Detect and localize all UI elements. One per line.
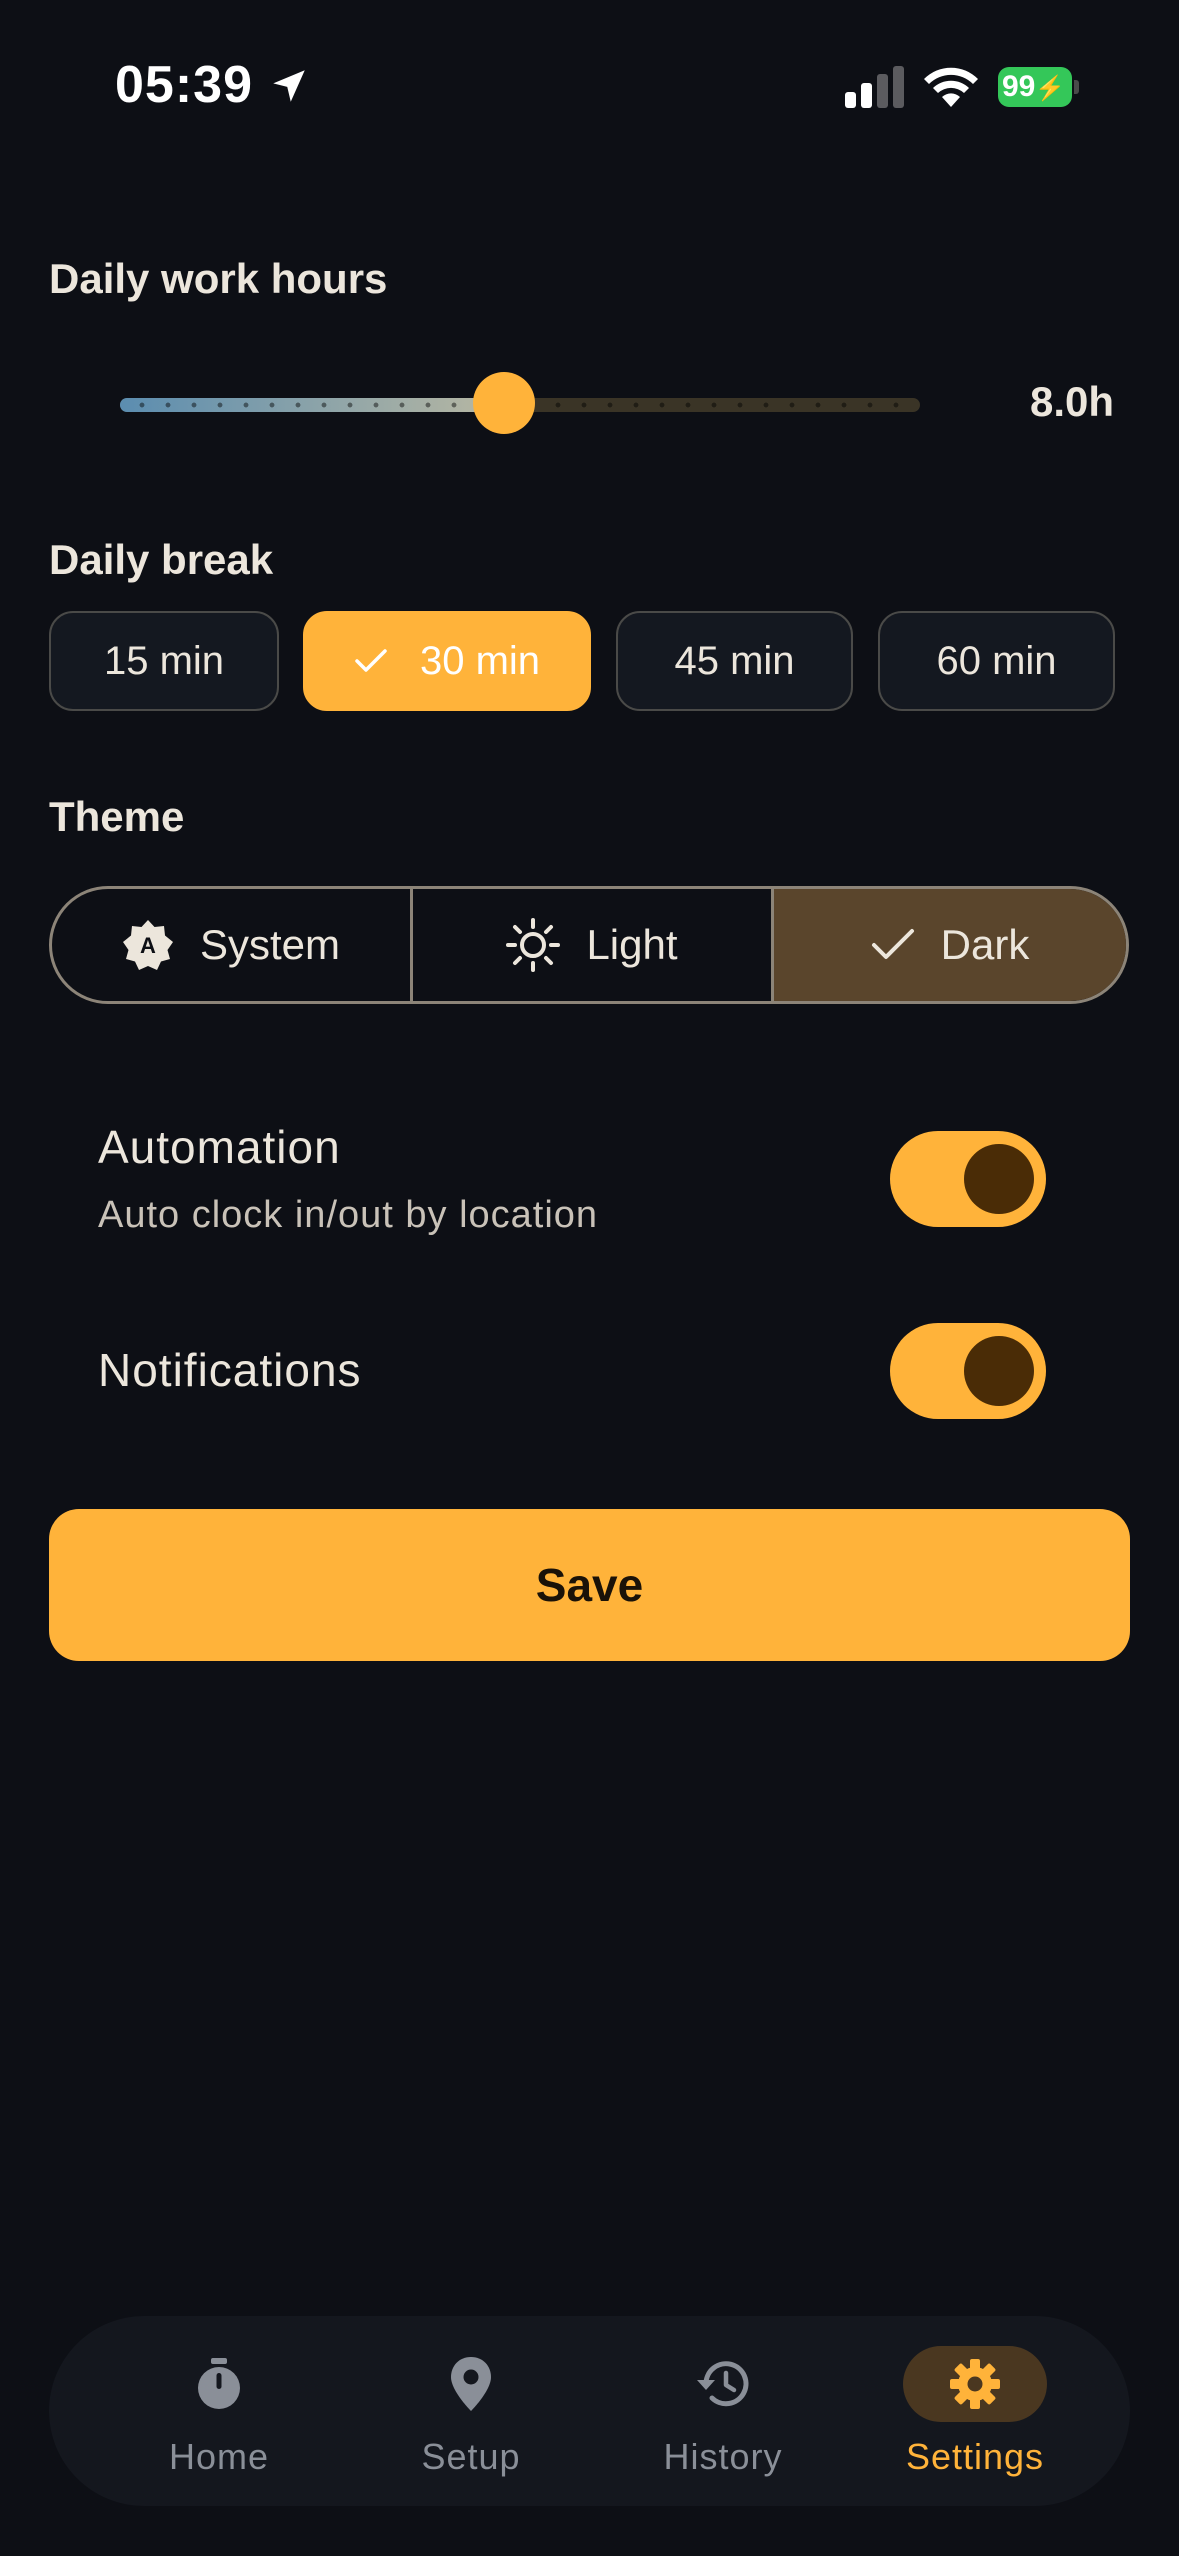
break-option-label: 30 min bbox=[419, 638, 541, 683]
daily-break-label: Daily break bbox=[49, 536, 274, 583]
automation-toggle[interactable] bbox=[890, 1131, 1046, 1227]
tab-label: Settings bbox=[905, 2436, 1045, 2477]
automation-subtitle: Auto clock in/out by location bbox=[98, 1194, 599, 1236]
status-time: 05:39 bbox=[115, 56, 253, 114]
break-option-label: 60 min bbox=[936, 638, 1057, 683]
sun-icon bbox=[506, 918, 561, 972]
break-option-label: 15 min bbox=[103, 638, 225, 683]
check-icon bbox=[355, 649, 387, 672]
break-option-15[interactable]: 15 min bbox=[49, 611, 279, 711]
cellular-signal-icon bbox=[845, 66, 904, 108]
save-button[interactable]: Save bbox=[49, 1509, 1130, 1661]
theme-option-system[interactable]: A System bbox=[52, 889, 410, 1001]
theme-option-dark[interactable]: Dark bbox=[771, 889, 1126, 1001]
brightness-auto-icon: A bbox=[122, 920, 173, 970]
break-option-45[interactable]: 45 min bbox=[616, 611, 853, 711]
bottom-tab-bar: Home Setup History Settings bbox=[49, 2316, 1130, 2506]
break-option-60[interactable]: 60 min bbox=[878, 611, 1115, 711]
break-option-30[interactable]: 30 min bbox=[303, 611, 591, 711]
notifications-title: Notifications bbox=[98, 1344, 362, 1396]
automation-title: Automation bbox=[98, 1121, 341, 1173]
break-option-label: 45 min bbox=[674, 638, 795, 683]
check-icon bbox=[871, 929, 914, 959]
charging-bolt-icon: ⚡ bbox=[1035, 75, 1066, 102]
theme-option-label: Light bbox=[586, 921, 678, 968]
tab-icon-container bbox=[651, 2346, 795, 2422]
history-icon bbox=[697, 2361, 749, 2407]
work-hours-value: 8.0h bbox=[1030, 378, 1115, 425]
toggle-knob bbox=[964, 1336, 1034, 1406]
theme-option-light[interactable]: Light bbox=[410, 889, 771, 1001]
status-bar: 05:39 99⚡ bbox=[0, 0, 1179, 150]
location-pin-icon bbox=[451, 2357, 491, 2411]
tab-icon-container bbox=[147, 2346, 291, 2422]
tab-settings[interactable]: Settings bbox=[850, 2316, 1100, 2506]
wifi-icon bbox=[924, 67, 978, 107]
tab-label: History bbox=[663, 2436, 783, 2477]
tab-icon-container bbox=[903, 2346, 1047, 2422]
battery-tip bbox=[1074, 80, 1079, 94]
tab-home[interactable]: Home bbox=[94, 2316, 344, 2506]
tab-label: Home bbox=[168, 2436, 270, 2477]
theme-option-label: Dark bbox=[940, 921, 1030, 968]
tab-icon-container bbox=[399, 2346, 543, 2422]
location-arrow-icon bbox=[273, 70, 305, 102]
theme-label: Theme bbox=[49, 793, 185, 840]
gear-icon bbox=[950, 2359, 1000, 2409]
notifications-toggle[interactable] bbox=[890, 1323, 1046, 1419]
theme-segmented-control: A System Light Dark bbox=[49, 886, 1129, 1004]
battery-indicator: 99⚡ bbox=[998, 67, 1080, 107]
work-hours-slider[interactable] bbox=[115, 372, 920, 438]
tab-label: Setup bbox=[421, 2436, 521, 2477]
work-hours-label: Daily work hours bbox=[49, 255, 388, 302]
svg-text:A: A bbox=[140, 933, 156, 958]
battery-level: 99⚡ bbox=[998, 67, 1072, 107]
stopwatch-icon bbox=[198, 2358, 240, 2409]
tab-setup[interactable]: Setup bbox=[346, 2316, 596, 2506]
theme-option-label: System bbox=[199, 921, 341, 968]
slider-thumb[interactable] bbox=[473, 372, 535, 434]
toggle-knob bbox=[964, 1144, 1034, 1214]
tab-history[interactable]: History bbox=[598, 2316, 848, 2506]
